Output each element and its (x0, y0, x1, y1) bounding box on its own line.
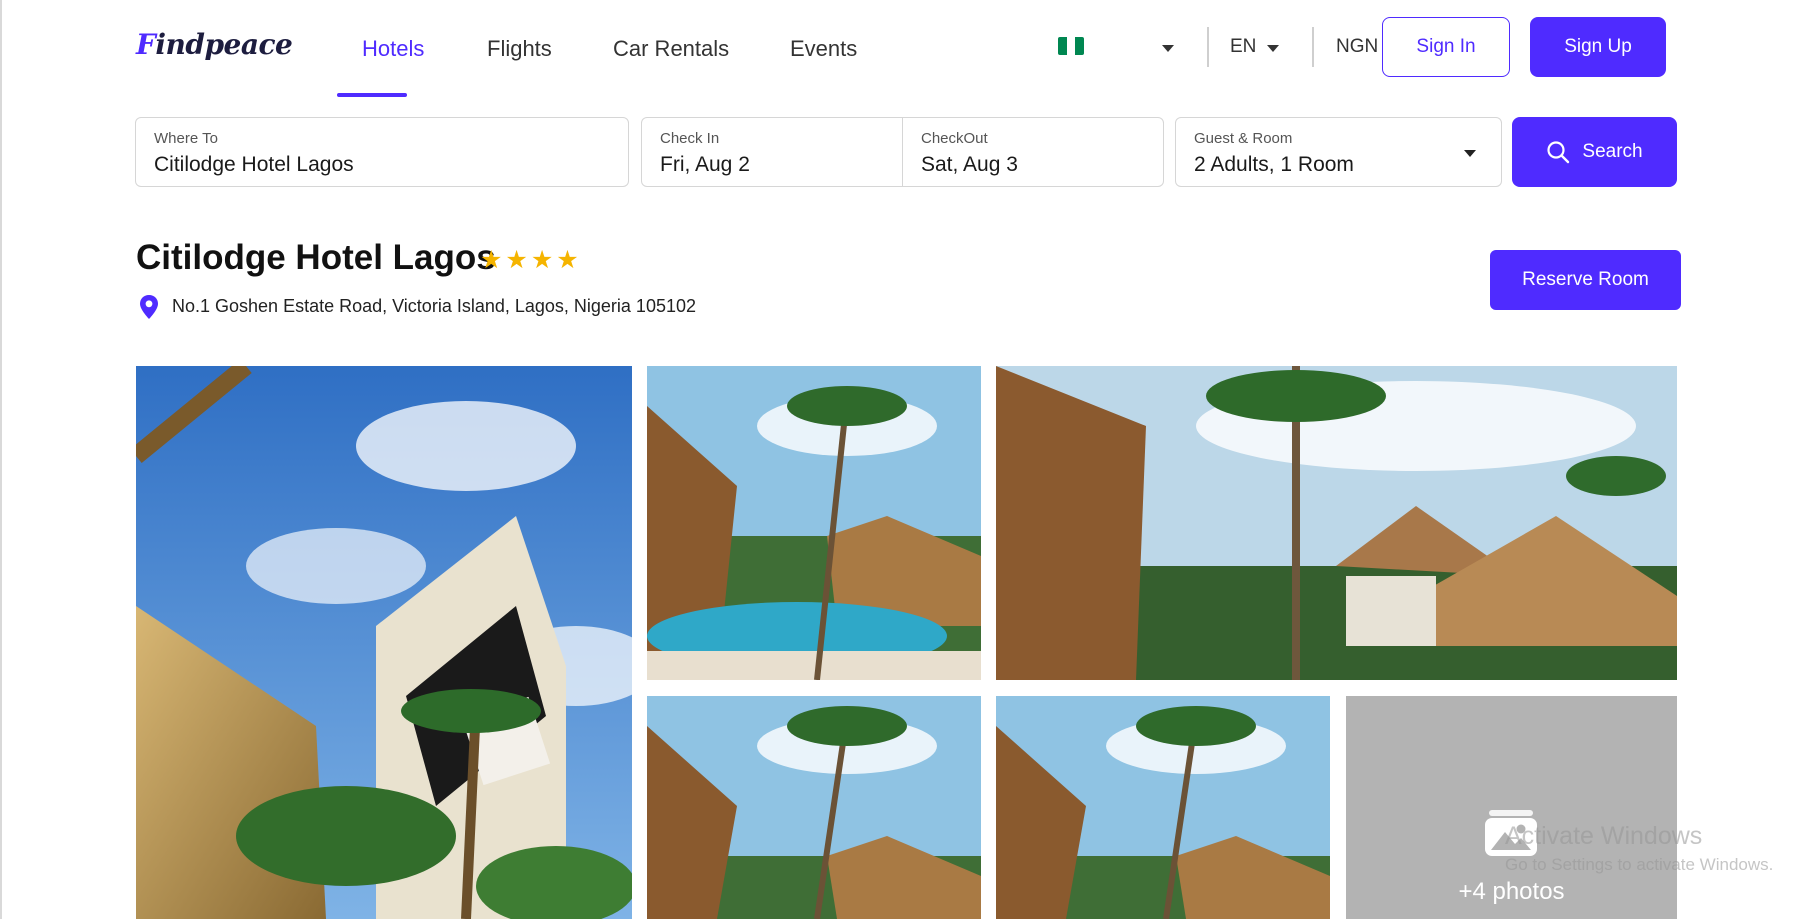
guest-room-field[interactable]: Guest & Room 2 Adults, 1 Room (1175, 117, 1502, 187)
star-icon: ★ (556, 246, 579, 274)
header-divider (1312, 27, 1314, 67)
star-icon: ★ (480, 246, 503, 274)
sign-up-button[interactable]: Sign Up (1530, 17, 1666, 77)
search-button[interactable]: Search (1512, 117, 1677, 187)
brand-logo-text: indpeace (155, 28, 293, 61)
where-to-label: Where To (154, 130, 218, 147)
window-edge (0, 0, 2, 919)
language-chevron-down-icon[interactable] (1267, 45, 1279, 52)
nav-hotels[interactable]: Hotels (362, 36, 424, 62)
gallery-photo[interactable] (996, 366, 1677, 680)
check-in-label: Check In (660, 130, 720, 147)
hotel-title: Citilodge Hotel Lagos (136, 238, 496, 277)
nigeria-flag-icon[interactable] (1058, 37, 1084, 55)
more-photos-tile[interactable]: +4 photos (1346, 696, 1677, 919)
header-divider (1207, 27, 1209, 67)
hotel-address: No.1 Goshen Estate Road, Victoria Island… (172, 296, 696, 316)
guest-room-label: Guest & Room (1194, 130, 1293, 147)
more-photos-label: +4 photos (1458, 878, 1565, 905)
location-pin-icon (140, 295, 158, 319)
guest-room-value[interactable]: 2 Adults, 1 Room (1194, 153, 1483, 177)
gallery-photo[interactable] (647, 366, 981, 680)
check-out-value[interactable]: Sat, Aug 3 (921, 153, 1145, 177)
gallery-photo-main[interactable] (136, 366, 632, 919)
reserve-room-button[interactable]: Reserve Room (1490, 250, 1681, 310)
check-in-field[interactable]: Check In Fri, Aug 2 (641, 117, 903, 187)
search-icon (1547, 141, 1570, 164)
check-out-label: CheckOut (921, 130, 988, 147)
star-icon: ★ (505, 246, 528, 274)
activate-windows-subtitle: Go to Settings to activate Windows. (1505, 855, 1774, 874)
where-to-value[interactable]: Citilodge Hotel Lagos (154, 153, 610, 177)
activate-windows-title: Activate Windows (1505, 822, 1703, 850)
country-chevron-down-icon[interactable] (1162, 45, 1174, 52)
gallery-photo[interactable] (996, 696, 1330, 919)
where-to-field[interactable]: Where To Citilodge Hotel Lagos (135, 117, 629, 187)
gallery-photo[interactable] (647, 696, 981, 919)
star-rating: ★ ★ ★ ★ (480, 245, 579, 275)
sign-in-button[interactable]: Sign In (1382, 17, 1510, 77)
star-icon: ★ (530, 246, 554, 274)
search-button-label: Search (1582, 141, 1643, 162)
guest-chevron-down-icon[interactable] (1464, 150, 1476, 157)
nav-active-indicator (337, 93, 407, 97)
language-select[interactable]: EN (1230, 36, 1256, 58)
nav-car-rentals[interactable]: Car Rentals (613, 36, 729, 62)
check-out-field[interactable]: CheckOut Sat, Aug 3 (902, 117, 1164, 187)
nav-flights[interactable]: Flights (487, 36, 552, 62)
check-in-value[interactable]: Fri, Aug 2 (660, 153, 884, 177)
currency-select[interactable]: NGN (1336, 36, 1378, 58)
nav-events[interactable]: Events (790, 36, 857, 62)
brand-logo[interactable]: Findpeace (136, 28, 293, 61)
